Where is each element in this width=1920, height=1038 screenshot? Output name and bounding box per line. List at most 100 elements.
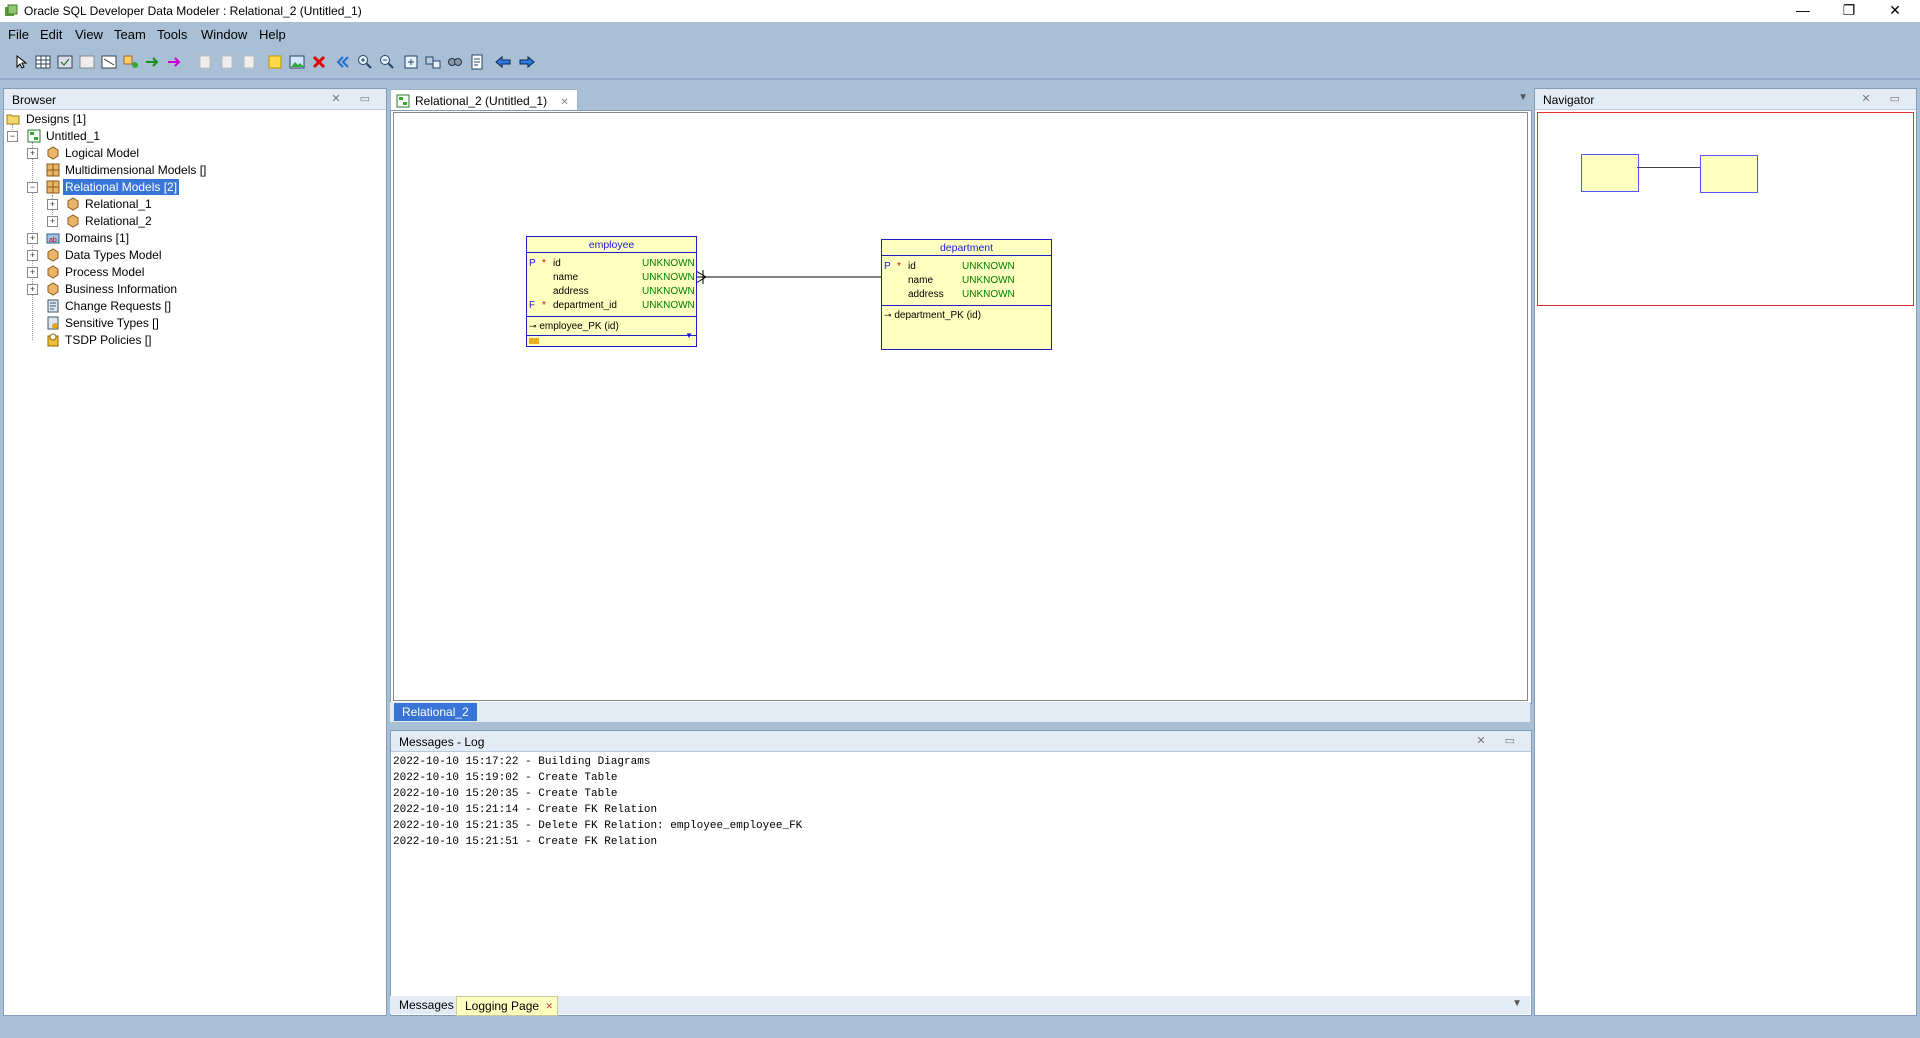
menu-edit[interactable]: Edit xyxy=(40,27,62,42)
tree-label: Change Requests [] xyxy=(65,299,172,313)
svg-text:ab: ab xyxy=(49,237,57,244)
expand-icon[interactable]: + xyxy=(27,284,38,295)
browser-panel-controls[interactable]: ✕ ▭ xyxy=(331,92,378,105)
table-header-divider xyxy=(527,252,696,253)
column-row: address UNKNOWN xyxy=(882,288,1051,301)
tab-label: Logging Page xyxy=(465,999,540,1013)
tab-list-dropdown-icon[interactable]: ▼ xyxy=(1518,92,1528,103)
diagram-canvas[interactable]: employee P * id UNKNOWN name UNKNOWN add… xyxy=(393,112,1528,701)
new-view-icon[interactable] xyxy=(56,53,74,71)
forward-arrow-icon[interactable] xyxy=(518,53,536,71)
model-box-icon xyxy=(47,282,59,296)
grid-model-icon xyxy=(46,180,60,194)
note-icon[interactable] xyxy=(266,53,284,71)
minimize-button[interactable]: — xyxy=(1780,0,1826,22)
domains-icon: ab xyxy=(46,233,60,244)
model-box-icon xyxy=(47,265,59,279)
navigator-title: Navigator xyxy=(1543,93,1595,107)
toolbar-divider xyxy=(0,78,1920,80)
menu-file[interactable]: File xyxy=(8,27,29,42)
table-employee[interactable]: employee P * id UNKNOWN name UNKNOWN add… xyxy=(526,236,697,347)
mandatory-indicator: * xyxy=(542,258,546,269)
tab-relational-2[interactable]: Relational_2 (Untitled_1) ✕ xyxy=(390,89,578,112)
restore-button[interactable]: ❐ xyxy=(1826,0,1872,22)
window-title: Oracle SQL Developer Data Modeler : Rela… xyxy=(24,4,362,18)
disabled-tool-1-icon[interactable] xyxy=(196,53,214,71)
model-box-icon xyxy=(47,146,59,160)
layout-icon[interactable] xyxy=(424,53,442,71)
scroll-down-icon[interactable]: ▼ xyxy=(685,331,693,340)
expand-icon[interactable]: + xyxy=(47,216,58,227)
close-tab-icon[interactable]: ✕ xyxy=(546,997,554,1015)
navigator-panel-controls[interactable]: ✕ ▭ xyxy=(1861,92,1908,105)
menu-help[interactable]: Help xyxy=(259,27,286,42)
column-type: UNKNOWN xyxy=(642,272,695,283)
menu-view[interactable]: View xyxy=(75,27,103,42)
expand-icon[interactable]: + xyxy=(27,233,38,244)
green-arrow-icon[interactable] xyxy=(144,53,162,71)
select-pointer-icon[interactable] xyxy=(12,53,30,71)
tree-label: Business Information xyxy=(65,282,178,296)
toolbar xyxy=(0,49,1920,75)
expand-icon[interactable]: + xyxy=(47,199,58,210)
disabled-tool-3-icon[interactable] xyxy=(240,53,258,71)
expand-icon[interactable]: + xyxy=(27,250,38,261)
column-type: UNKNOWN xyxy=(962,261,1015,272)
properties-icon[interactable] xyxy=(468,53,486,71)
split-table-icon[interactable] xyxy=(78,53,96,71)
expand-icon[interactable]: + xyxy=(27,148,38,159)
column-type: UNKNOWN xyxy=(642,300,695,311)
close-tab-icon[interactable]: ✕ xyxy=(560,97,568,108)
tab-logging-page[interactable]: Logging Page ✕ xyxy=(456,996,559,1016)
messages-panel-controls[interactable]: ✕ ▭ xyxy=(1476,734,1523,747)
new-table-icon[interactable] xyxy=(34,53,52,71)
log-line: 2022-10-10 15:20:35 - Create Table xyxy=(393,788,618,800)
zoom-out-icon[interactable] xyxy=(378,53,396,71)
navigator-viewport[interactable] xyxy=(1537,112,1914,306)
column-name: id xyxy=(553,258,561,269)
model-box-icon xyxy=(67,214,79,228)
merge-tables-icon[interactable] xyxy=(100,53,118,71)
column-name: address xyxy=(553,286,589,297)
collapse-left-icon[interactable] xyxy=(334,53,352,71)
table-fk-divider xyxy=(527,335,696,336)
menu-window[interactable]: Window xyxy=(201,27,247,42)
tree-label: Process Model xyxy=(65,265,145,279)
picture-icon[interactable] xyxy=(288,53,306,71)
delete-icon[interactable] xyxy=(310,53,328,71)
mandatory-indicator: * xyxy=(897,261,901,272)
log-line: 2022-10-10 15:21:35 - Delete FK Relation… xyxy=(393,820,803,832)
tree-label: Logical Model xyxy=(65,146,140,160)
pk-name: employee_PK (id) xyxy=(539,321,619,332)
find-icon[interactable] xyxy=(446,53,464,71)
navigator-thumb-employee xyxy=(1581,154,1639,192)
table-department[interactable]: department P * id UNKNOWN name UNKNOWN a… xyxy=(881,239,1052,350)
log-line: 2022-10-10 15:21:51 - Create FK Relation xyxy=(393,836,658,848)
column-type: UNKNOWN xyxy=(962,275,1015,286)
table-keys-divider xyxy=(527,316,696,317)
collapse-icon[interactable]: − xyxy=(7,131,18,142)
messages-tab-bar: Messages Logging Page ✕ ▼ xyxy=(390,996,1530,1016)
close-button[interactable]: ✕ xyxy=(1872,0,1918,22)
menu-tools[interactable]: Tools xyxy=(157,27,187,42)
magenta-arrow-icon[interactable] xyxy=(166,53,184,71)
fit-screen-icon[interactable] xyxy=(402,53,420,71)
table-name: department xyxy=(939,242,994,254)
collapse-icon[interactable]: − xyxy=(27,182,38,193)
fk-relation-line[interactable] xyxy=(394,113,1527,700)
menu-team[interactable]: Team xyxy=(114,27,146,42)
disabled-tool-2-icon[interactable] xyxy=(218,53,236,71)
tab-messages[interactable]: Messages xyxy=(391,996,462,1014)
fk-icon xyxy=(529,338,539,344)
subtab-relational-2[interactable]: Relational_2 xyxy=(394,703,477,721)
new-fk-relation-icon[interactable] xyxy=(122,53,140,71)
expand-icon[interactable]: + xyxy=(27,267,38,278)
grid-model-icon xyxy=(46,163,60,177)
pk-row: ⊸ department_PK (id) xyxy=(884,309,981,322)
column-row: F * department_id UNKNOWN xyxy=(527,299,696,312)
back-arrow-icon[interactable] xyxy=(494,53,512,71)
column-name: department_id xyxy=(553,300,617,311)
sensitive-types-icon xyxy=(47,316,59,330)
zoom-in-icon[interactable] xyxy=(356,53,374,71)
tab-list-dropdown-icon[interactable]: ▼ xyxy=(1512,998,1522,1009)
